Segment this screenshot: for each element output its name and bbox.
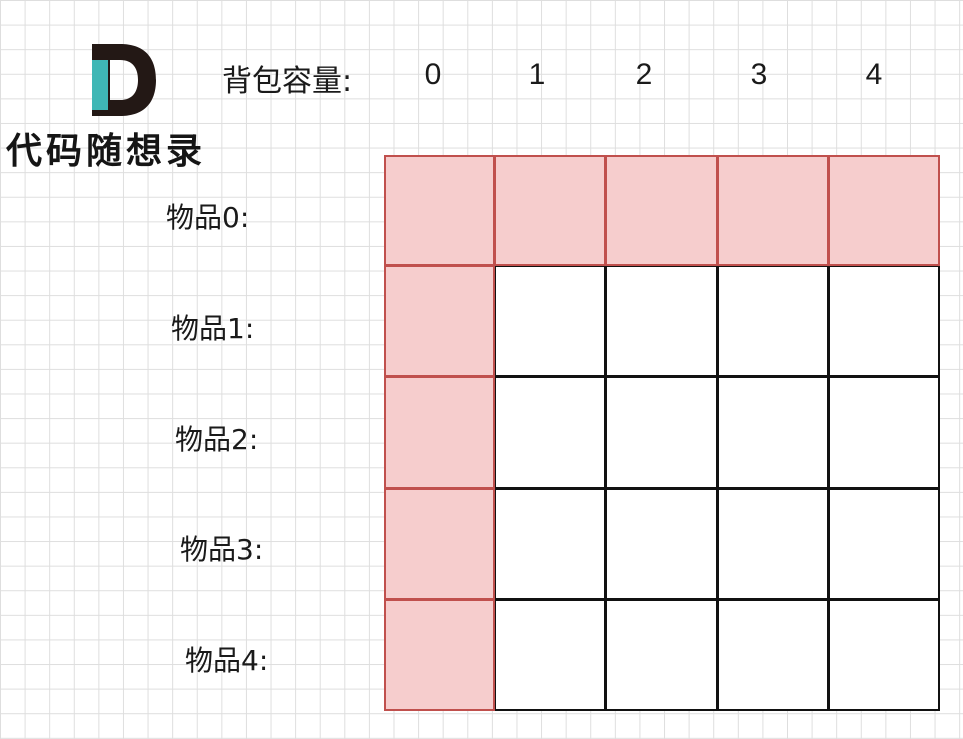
dp-cell-0-4	[827, 155, 940, 267]
row-label-item-1: 物品1:	[171, 312, 255, 345]
dp-cell-3-3	[716, 487, 829, 600]
dp-cell-2-0	[384, 376, 496, 489]
dp-cell-3-2	[605, 487, 718, 600]
capacity-1: 1	[528, 58, 546, 91]
dp-cell-0-3	[716, 155, 829, 267]
dp-cell-2-2	[605, 376, 718, 489]
dp-cell-1-0	[384, 265, 496, 378]
dp-cell-1-2	[605, 265, 718, 378]
capacity-0: 0	[424, 58, 442, 91]
row-label-item-2: 物品2:	[175, 423, 259, 456]
row-label-item-0: 物品0:	[166, 201, 250, 234]
dp-cell-4-4	[827, 598, 940, 711]
dp-cell-0-0	[384, 155, 496, 267]
dp-table	[384, 155, 940, 711]
dp-cell-2-3	[716, 376, 829, 489]
dp-cell-4-3	[716, 598, 829, 711]
capacity-2: 2	[635, 58, 653, 91]
dp-cell-2-1	[494, 376, 607, 489]
dp-cell-1-1	[494, 265, 607, 378]
capacity-4: 4	[865, 58, 883, 91]
dp-cell-1-4	[827, 265, 940, 378]
dp-cell-0-2	[605, 155, 718, 267]
dp-cell-3-0	[384, 487, 496, 600]
dp-cell-3-4	[827, 487, 940, 600]
dp-cell-4-1	[494, 598, 607, 711]
dp-cell-4-0	[384, 598, 496, 711]
dp-cell-1-3	[716, 265, 829, 378]
row-label-item-4: 物品4:	[185, 644, 269, 677]
dp-cell-0-1	[494, 155, 607, 267]
capacity-label: 背包容量:	[222, 64, 353, 99]
row-label-item-3: 物品3:	[180, 533, 264, 566]
logo-d-icon	[92, 44, 156, 116]
capacity-3: 3	[750, 58, 768, 91]
logo-teal-bar	[92, 60, 108, 110]
dp-cell-3-1	[494, 487, 607, 600]
brand-name: 代码随想录	[6, 130, 207, 172]
dp-cell-2-4	[827, 376, 940, 489]
dp-cell-4-2	[605, 598, 718, 711]
